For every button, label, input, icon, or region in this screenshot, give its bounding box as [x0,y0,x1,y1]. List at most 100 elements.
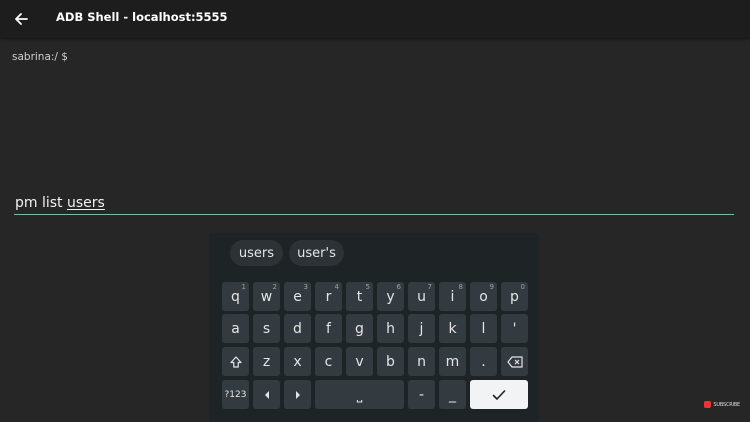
watermark-text: SUBSCRIBE [713,401,740,408]
key-s-label: s [262,320,271,337]
cursor-right-key[interactable] [284,380,311,409]
key-b-label: b [386,353,395,370]
key-y[interactable]: y6 [377,282,404,311]
backspace-key[interactable] [501,347,528,376]
on-screen-keyboard: users user's q 1 w 2 e 3 r 4 t 5 y 6 u 7 i 8 o 9 p 0 a s d f g h j k l… [209,233,539,422]
key-y-hint: 6 [396,283,401,291]
key-f[interactable]: f [315,314,342,343]
underscore-key[interactable]: _ [439,380,466,409]
key-e[interactable]: e3 [284,282,311,311]
underscore-key-label: _ [449,386,456,403]
key-g-label: g [355,320,364,337]
enter-key[interactable] [470,380,528,409]
key-m-label: m [445,353,460,370]
key-h[interactable]: h [377,314,404,343]
key-a[interactable]: a [222,314,249,343]
key-q[interactable]: q1 [222,282,249,311]
caret-left-icon [263,390,271,400]
backspace-icon [506,355,523,368]
key-i[interactable]: i8 [439,282,466,311]
key-w-hint: 2 [272,283,277,291]
symbols-key-label: ?123 [224,389,247,400]
key-p[interactable]: p0 [501,282,528,311]
key-o-label: o [479,288,488,305]
key-h-label: h [386,320,395,337]
command-prefix: pm list [15,195,67,211]
key-o-hint: 9 [489,283,494,291]
key-v-label: v [355,353,364,370]
key-e-label: e [293,288,302,305]
key-p-label: p [510,288,519,305]
checkmark-icon [492,389,506,401]
suggestion-chip[interactable]: users [230,240,283,266]
suggestion-chip[interactable]: user's [289,240,344,266]
suggestion-label: user's [297,245,336,261]
dash-key[interactable]: - [408,380,435,409]
key-i-hint: 8 [458,283,463,291]
key-u[interactable]: u7 [408,282,435,311]
key-t-label: t [356,288,363,305]
key-w-label: w [260,288,273,305]
key-m[interactable]: m [439,347,466,376]
shell-prompt: sabrina:/ $ [12,51,68,63]
command-input[interactable]: pm list users [14,192,734,215]
key-s[interactable]: s [253,314,280,343]
space-key-label: ⎵ [356,386,363,403]
key-q-label: q [231,288,240,305]
key-x[interactable]: x [284,347,311,376]
symbols-key[interactable]: ?123 [222,380,249,409]
key-period-label: . [481,353,486,370]
key-p-hint: 0 [520,283,525,291]
command-text: pm list users [15,195,105,211]
key-l-label: l [481,320,486,337]
youtube-icon [704,401,712,408]
key-r-hint: 4 [334,283,339,291]
space-key[interactable]: ⎵ [315,380,404,409]
shift-key[interactable] [222,347,249,376]
arrow-back-icon [15,13,28,25]
dash-key-label: - [418,386,425,403]
key-d-label: d [293,320,302,337]
caret-right-icon [294,390,302,400]
key-z[interactable]: z [253,347,280,376]
cursor-left-key[interactable] [253,380,280,409]
key-l[interactable]: l [470,314,497,343]
key-k-label: k [448,320,457,337]
key-j[interactable]: j [408,314,435,343]
back-button[interactable] [6,4,36,34]
key-a-label: a [231,320,240,337]
key-d[interactable]: d [284,314,311,343]
key-z-label: z [262,353,271,370]
key-k[interactable]: k [439,314,466,343]
key-c-label: c [324,353,333,370]
key-t-hint: 5 [365,283,370,291]
key-n[interactable]: n [408,347,435,376]
key-b[interactable]: b [377,347,404,376]
key-r-label: r [325,288,332,305]
key-u-label: u [417,288,426,305]
app-bar: ADB Shell - localhost:5555 [0,0,750,38]
subscribe-watermark: SUBSCRIBE [704,400,740,409]
key-o[interactable]: o9 [470,282,497,311]
suggestion-label: users [238,245,275,261]
key-x-label: x [293,353,302,370]
key-n-label: n [417,353,426,370]
key-r[interactable]: r4 [315,282,342,311]
key-v[interactable]: v [346,347,373,376]
shift-icon [229,355,243,369]
key-j-label: j [419,320,424,337]
key-c[interactable]: c [315,347,342,376]
key-w[interactable]: w2 [253,282,280,311]
key-u-hint: 7 [427,283,432,291]
key-e-hint: 3 [303,283,308,291]
key-y-label: y [386,288,395,305]
key-apostrophe-label: ' [512,320,517,337]
key-period[interactable]: . [470,347,497,376]
key-apostrophe[interactable]: ' [501,314,528,343]
key-f-label: f [326,320,331,337]
key-q-hint: 1 [241,283,246,291]
key-g[interactable]: g [346,314,373,343]
key-t[interactable]: t5 [346,282,373,311]
screen: ADB Shell - localhost:5555 sabrina:/ $ p… [0,0,750,422]
key-i-label: i [450,288,455,305]
